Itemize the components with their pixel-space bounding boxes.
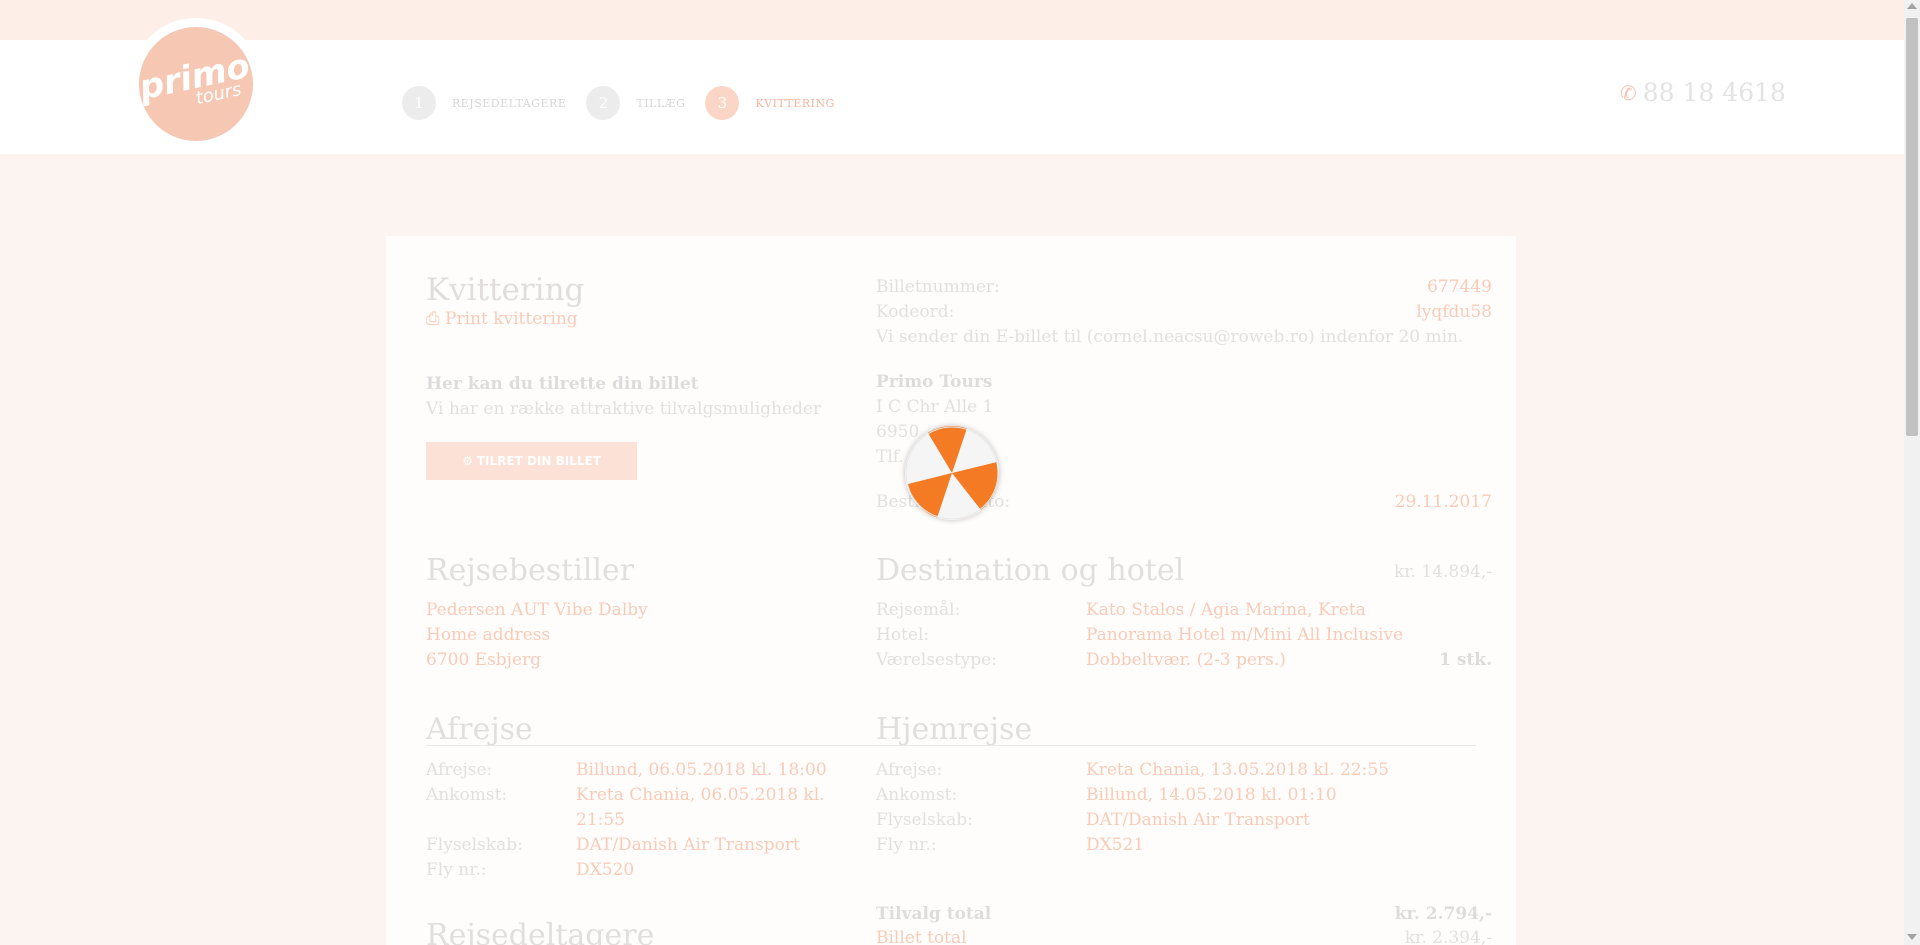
- step-number: 3: [705, 86, 740, 120]
- airline-label: Flyselskab:: [426, 835, 523, 855]
- company-phone-prefix: Tlf.: [876, 447, 904, 467]
- beach-ball-icon: [905, 426, 999, 520]
- scroll-up-arrow-icon[interactable]: [1907, 3, 1917, 9]
- room-quantity: 1 stk.: [1439, 650, 1492, 670]
- return-departure-value: Kreta Chania, 13.05.2018 kl. 22:55: [1086, 760, 1389, 780]
- ticket-number-label: Billetnummer:: [876, 277, 1000, 297]
- header-phone[interactable]: ✆ 88 18 4618: [1620, 78, 1786, 107]
- step-label: TILLÆG: [636, 96, 686, 110]
- booker-title: Rejsebestiller: [426, 553, 635, 588]
- customize-subtitle: Vi har en række attraktive tilvalgsmulig…: [426, 399, 822, 419]
- departure-label: Afrejse:: [426, 760, 493, 780]
- customize-ticket-button[interactable]: ⚙ TILRET DIN BILLET: [426, 442, 637, 480]
- flight-number-value: DX520: [576, 860, 635, 880]
- top-strip: [0, 0, 1904, 40]
- room-type-label: Værelsestype:: [876, 650, 997, 670]
- arrival-time: 21:55: [576, 810, 625, 830]
- step-extras[interactable]: 2 TILLÆG: [586, 86, 685, 120]
- destination-title: Destination og hotel: [876, 553, 1185, 588]
- receipt-title: Kvittering: [426, 272, 585, 308]
- ticket-total-label: Billet total: [876, 928, 967, 945]
- booker-city: 6700 Esbjerg: [426, 650, 542, 670]
- phone-number: 88 18 4618: [1642, 78, 1786, 107]
- destination-price: kr. 14.894,-: [1394, 562, 1492, 582]
- primo-tours-logo[interactable]: primo tours: [128, 16, 264, 152]
- scroll-down-arrow-icon[interactable]: [1907, 934, 1917, 940]
- flight-number-label: Fly nr.:: [426, 860, 487, 880]
- gear-icon: ⚙: [462, 454, 473, 468]
- step-receipt[interactable]: 3 KVITTERING: [705, 86, 834, 120]
- ticket-number-value: 677449: [1427, 277, 1492, 297]
- return-airline-value: DAT/Danish Air Transport: [1086, 810, 1310, 830]
- return-flight-label: Fly nr.:: [876, 835, 937, 855]
- destination-value: Kato Stalos / Agia Marina, Kreta: [1086, 600, 1366, 620]
- return-airline-label: Flyselskab:: [876, 810, 973, 830]
- company-address-line1: I C Chr Alle 1: [876, 397, 994, 417]
- print-receipt-label: Print kvittering: [445, 309, 578, 329]
- step-number: 2: [586, 86, 621, 120]
- ticket-total-value: kr. 2.394,-: [1404, 928, 1492, 945]
- progress-steps: 1 REJSEDELTAGERE 2 TILLÆG 3 KVITTERING: [402, 86, 855, 120]
- booker-name: Pedersen AUT Vibe Dalby: [426, 600, 648, 620]
- email-note: Vi sender din E-billet til (cornel.neacs…: [876, 327, 1464, 347]
- company-name: Primo Tours: [876, 372, 993, 392]
- step-label: KVITTERING: [755, 96, 835, 110]
- return-flight-value: DX521: [1086, 835, 1145, 855]
- step-label: REJSEDELTAGERE: [452, 96, 567, 110]
- arrival-label: Ankomst:: [426, 785, 508, 805]
- print-receipt-link[interactable]: ⎙ Print kvittering: [426, 309, 578, 329]
- booker-address: Home address: [426, 625, 551, 645]
- options-total-value: kr. 2.794,-: [1394, 904, 1492, 924]
- code-value: lyqfdu58: [1416, 302, 1492, 322]
- options-total-label: Tilvalg total: [876, 904, 992, 924]
- customize-title: Her kan du tilrette din billet: [426, 374, 699, 394]
- step-participants[interactable]: 1 REJSEDELTAGERE: [402, 86, 566, 120]
- return-arrival-value: Billund, 14.05.2018 kl. 01:10: [1086, 785, 1337, 805]
- destination-label: Rejsemål:: [876, 600, 961, 620]
- print-icon: ⎙: [426, 309, 440, 329]
- code-label: Kodeord:: [876, 302, 955, 322]
- airline-value: DAT/Danish Air Transport: [576, 835, 800, 855]
- return-title: Hjemrejse: [876, 712, 1033, 747]
- company-address-line2: 6950: [876, 422, 920, 442]
- departure-title: Afrejse: [426, 712, 533, 747]
- customize-ticket-label: TILRET DIN BILLET: [476, 454, 601, 468]
- step-number: 1: [402, 86, 436, 120]
- phone-icon: ✆: [1620, 80, 1637, 105]
- hotel-label: Hotel:: [876, 625, 930, 645]
- order-date-value: 29.11.2017: [1394, 492, 1492, 512]
- participants-title: Rejsedeltagere: [426, 918, 655, 945]
- departure-value: Billund, 06.05.2018 kl. 18:00: [576, 760, 827, 780]
- site-header: [0, 40, 1904, 154]
- room-type-value: Dobbeltvær. (2-3 pers.): [1086, 650, 1286, 670]
- arrival-value: Kreta Chania, 06.05.2018 kl.: [576, 785, 825, 805]
- return-departure-label: Afrejse:: [876, 760, 943, 780]
- hotel-value: Panorama Hotel m/Mini All Inclusive: [1086, 625, 1404, 645]
- return-arrival-label: Ankomst:: [876, 785, 958, 805]
- scrollbar-thumb[interactable]: [1906, 18, 1918, 436]
